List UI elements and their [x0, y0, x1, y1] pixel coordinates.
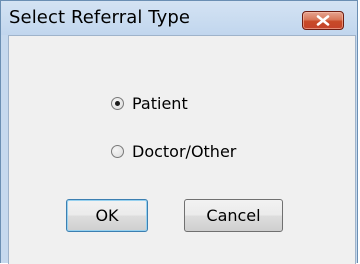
radio-option-patient[interactable]: Patient	[111, 92, 188, 114]
radio-option-doctor-other[interactable]: Doctor/Other	[111, 140, 236, 162]
dialog-window: Select Referral Type Patient Doctor/Othe…	[0, 0, 358, 264]
radio-button-patient[interactable]	[111, 96, 124, 110]
close-icon	[316, 15, 330, 26]
close-button[interactable]	[302, 11, 344, 30]
title-bar[interactable]: Select Referral Type	[1, 1, 357, 35]
dialog-body: Patient Doctor/Other OK Cancel	[8, 35, 356, 264]
radio-button-doctor-other[interactable]	[111, 144, 124, 158]
ok-button[interactable]: OK	[66, 199, 148, 232]
radio-selected-dot	[115, 100, 120, 106]
radio-label-patient[interactable]: Patient	[132, 94, 188, 113]
dialog-title: Select Referral Type	[9, 7, 191, 28]
radio-label-doctor-other[interactable]: Doctor/Other	[132, 142, 236, 161]
cancel-button[interactable]: Cancel	[184, 199, 283, 232]
